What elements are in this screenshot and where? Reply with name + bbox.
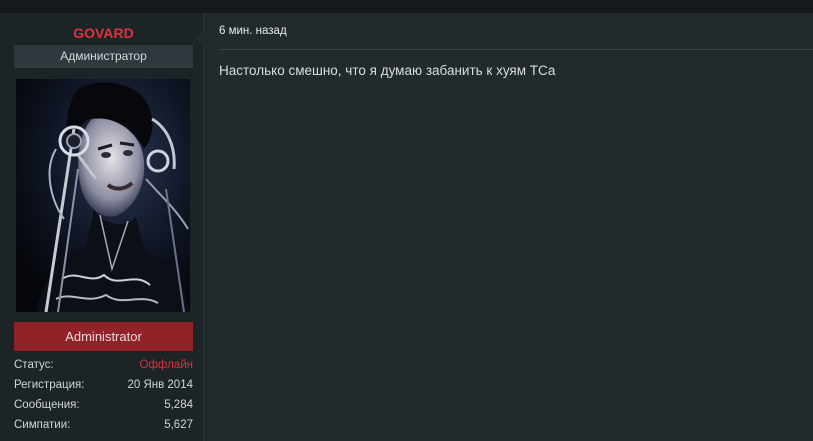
stat-status: Статус: Оффлайн [14,357,193,377]
stat-label: Регистрация: [14,379,85,391]
user-info-sidebar: GOVARD Администратор Administrator Стату… [0,13,204,441]
avatar-image [16,79,190,312]
stat-label: Симпатии: [14,419,71,431]
post-divider [219,49,813,50]
user-group-banner: Administrator [14,322,193,351]
stat-likes: Симпатии: 5,627 [14,417,193,437]
stat-label: Статус: [14,359,54,371]
status-value: Оффлайн [139,359,194,371]
registration-value: 20 Янв 2014 [127,379,193,391]
forum-post-page: GOVARD Администратор Administrator Стату… [0,0,813,441]
post-timestamp-link[interactable]: 6 мин. назад [219,25,287,37]
stat-messages: Сообщения: 5,284 [14,397,193,417]
user-title-badge: Администратор [14,45,193,68]
speech-arrow [196,31,204,47]
username-link[interactable]: GOVARD [14,25,193,41]
user-stats: Статус: Оффлайн Регистрация: 20 Янв 2014… [14,357,193,437]
stat-registration: Регистрация: 20 Янв 2014 [14,377,193,397]
likes-value: 5,627 [164,419,193,431]
post-body: 6 мин. назад Настолько смешно, что я дум… [196,13,813,441]
messages-value[interactable]: 5,284 [164,397,193,413]
post-message: Настолько смешно, что я думаю забанить к… [219,63,556,78]
user-avatar[interactable] [16,79,190,312]
top-strip [0,0,813,13]
stat-label: Сообщения: [14,399,80,411]
